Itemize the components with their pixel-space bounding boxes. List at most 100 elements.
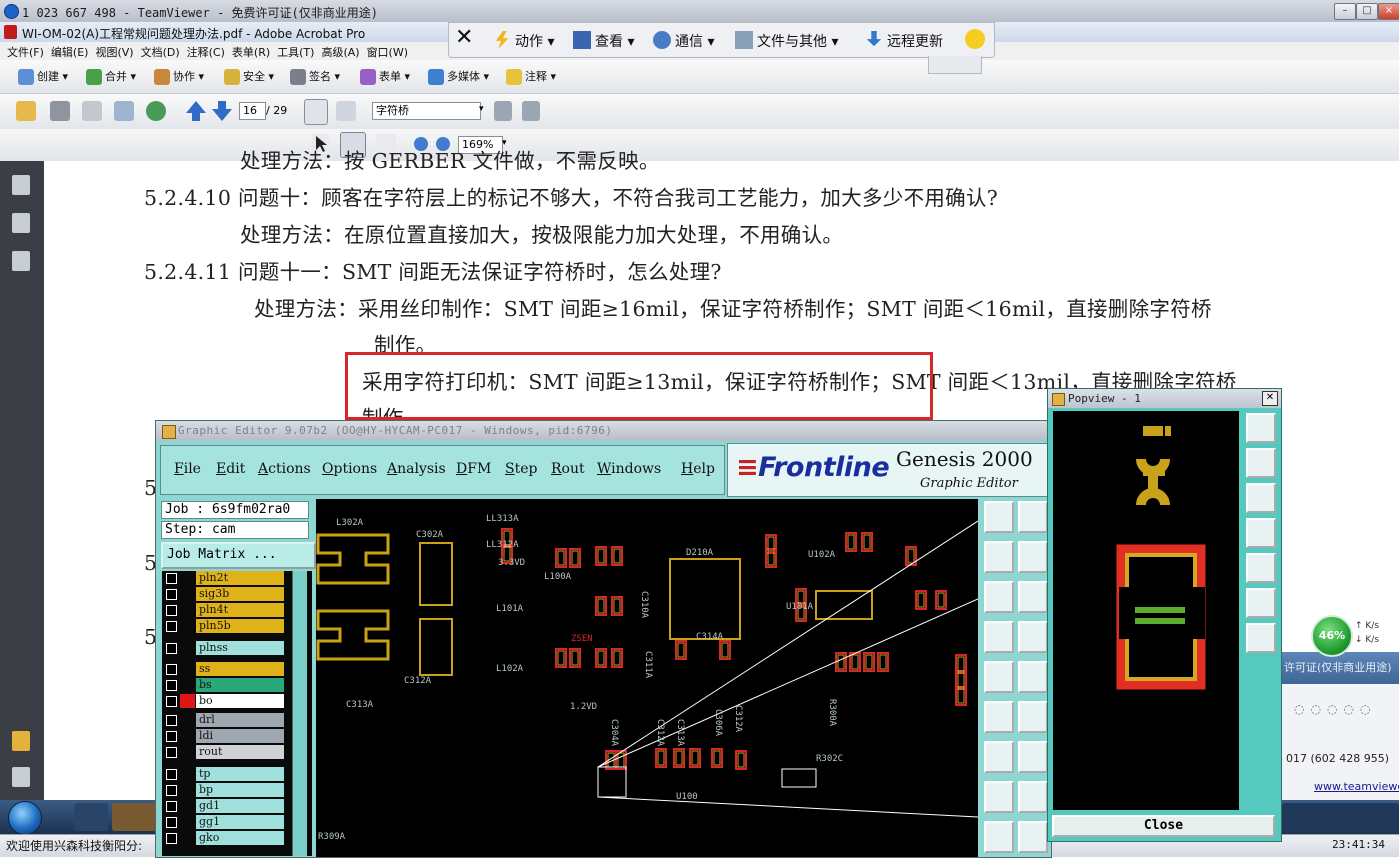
menu-window[interactable]: 窗口(W)	[367, 44, 408, 60]
layer-checkbox[interactable]	[166, 621, 177, 632]
arc-icon[interactable]	[1018, 741, 1048, 773]
layer-row[interactable]: gg1	[162, 815, 284, 829]
teamviewer-toolbar-handle[interactable]	[928, 56, 982, 74]
layer-name[interactable]: ss	[196, 662, 284, 676]
snap-icon[interactable]	[1018, 621, 1048, 653]
zoom-fit-icon[interactable]	[984, 581, 1014, 613]
layer-name[interactable]: ldi	[196, 729, 284, 743]
teamviewer-link[interactable]: www.teamviewer	[1314, 780, 1399, 793]
dash-icon[interactable]	[1018, 781, 1048, 813]
layer-row[interactable]: bo	[162, 694, 284, 708]
actions-menu[interactable]: 动作 ▾	[493, 31, 554, 51]
sign-button[interactable]: 签名 ▾	[290, 68, 340, 85]
email-icon[interactable]	[114, 101, 134, 121]
pages-icon[interactable]	[12, 175, 30, 195]
layer-name[interactable]: pln2t	[196, 571, 284, 585]
job-matrix-button[interactable]: Job Matrix ...	[161, 542, 316, 569]
connect-icon[interactable]	[984, 701, 1014, 733]
taskbar-app-icon[interactable]	[74, 803, 108, 831]
layer-row[interactable]: drl	[162, 713, 284, 727]
taskbar-app-icon[interactable]	[112, 803, 156, 831]
layer-name[interactable]: sig3b	[196, 587, 284, 601]
layer-name[interactable]: pln4t	[196, 603, 284, 617]
find-next-icon[interactable]	[522, 101, 540, 121]
full-screen-icon[interactable]	[336, 101, 356, 121]
zoom-left-icon[interactable]	[984, 541, 1014, 573]
layer-row[interactable]: pln5b	[162, 619, 284, 633]
multimedia-button[interactable]: 多媒体 ▾	[428, 68, 489, 85]
menu-step[interactable]: Step	[505, 461, 537, 477]
layer-name[interactable]: gg1	[196, 815, 284, 829]
measure-icon[interactable]	[984, 621, 1014, 653]
layer-row[interactable]: ldi	[162, 729, 284, 743]
layer-scrollbar[interactable]	[292, 571, 307, 856]
layer-row[interactable]: sig3b	[162, 587, 284, 601]
menu-options[interactable]: Options	[322, 461, 377, 477]
layer-checkbox[interactable]	[166, 605, 177, 616]
pop-zoom-out-icon[interactable]	[1246, 483, 1276, 513]
pcb-canvas[interactable]: L302A C302A LL313A LL312A 3.3VD L100A L101A D21…	[316, 499, 978, 857]
zoom-right-icon[interactable]	[1018, 541, 1048, 573]
previous-page-icon[interactable]	[186, 101, 206, 121]
layer-checkbox[interactable]	[166, 589, 177, 600]
layer-checkbox[interactable]	[166, 785, 177, 796]
globe-icon[interactable]	[146, 101, 166, 121]
select-icon[interactable]	[984, 661, 1014, 693]
search-input[interactable]: 字符桥	[372, 102, 481, 120]
pad-icon[interactable]	[984, 781, 1014, 813]
menu-view[interactable]: 视图(V)	[95, 44, 133, 60]
menu-actions[interactable]: Actions	[258, 461, 311, 477]
layer-row[interactable]: pln2t	[162, 571, 284, 585]
draw-icon[interactable]	[1018, 661, 1048, 693]
comments-icon[interactable]	[12, 731, 30, 751]
combine-button[interactable]: 合并 ▾	[86, 68, 136, 85]
pop-pan-left-icon[interactable]	[1246, 518, 1276, 548]
menu-comments[interactable]: 注释(C)	[187, 44, 225, 60]
layer-name[interactable]: pln5b	[196, 619, 284, 633]
layer-name[interactable]: plnss	[196, 641, 284, 655]
menu-document[interactable]: 文档(D)	[141, 44, 180, 60]
collaborate-button[interactable]: 协作 ▾	[154, 68, 204, 85]
menu-forms[interactable]: 表单(R)	[232, 44, 270, 60]
pop-fit-icon[interactable]	[1246, 588, 1276, 618]
line-icon[interactable]	[984, 741, 1014, 773]
layer-checkbox[interactable]	[166, 680, 177, 691]
comment-button[interactable]: 注释 ▾	[506, 68, 556, 85]
layer-row[interactable]: gko	[162, 831, 284, 845]
layer-name[interactable]: drl	[196, 713, 284, 727]
maximize-button[interactable]: □	[1356, 3, 1378, 20]
layer-row[interactable]: plnss	[162, 641, 284, 655]
layer-row[interactable]: tp	[162, 767, 284, 781]
system-tray[interactable]	[1282, 803, 1399, 831]
view-menu[interactable]: 查看 ▾	[573, 31, 634, 51]
signatures-icon[interactable]	[12, 251, 30, 271]
bookmarks-icon[interactable]	[12, 213, 30, 233]
fit-width-icon[interactable]	[304, 99, 328, 125]
pop-center-icon[interactable]	[1246, 623, 1276, 653]
zoom-out-icon[interactable]	[1018, 501, 1048, 533]
pop-zoom-home-icon[interactable]	[1246, 413, 1276, 443]
layer-row[interactable]: pln4t	[162, 603, 284, 617]
menu-tools[interactable]: 工具(T)	[277, 44, 314, 60]
menu-windows[interactable]: Windows	[597, 461, 661, 477]
page-number-input[interactable]: 16	[239, 102, 266, 120]
remote-update-button[interactable]: 远程更新	[865, 31, 943, 51]
layer-name[interactable]: tp	[196, 767, 284, 781]
close-session-icon[interactable]: ✕	[455, 27, 473, 49]
popview-close-icon[interactable]: ✕	[1262, 391, 1278, 406]
start-button[interactable]	[8, 801, 42, 835]
menu-dfm[interactable]: DFM	[456, 461, 491, 477]
secure-button[interactable]: 安全 ▾	[224, 68, 274, 85]
menu-advanced[interactable]: 高级(A)	[321, 44, 359, 60]
menu-rout[interactable]: Rout	[551, 461, 585, 477]
cross-icon[interactable]	[1018, 701, 1048, 733]
pop-zoom-in-icon[interactable]	[1246, 448, 1276, 478]
layer-checkbox[interactable]	[166, 643, 177, 654]
layer-checkbox[interactable]	[166, 696, 177, 707]
layer-name[interactable]: rout	[196, 745, 284, 759]
minimize-button[interactable]: –	[1334, 3, 1356, 20]
layer-row[interactable]: ss	[162, 662, 284, 676]
layer-checkbox[interactable]	[166, 833, 177, 844]
layer-row[interactable]: rout	[162, 745, 284, 759]
open-icon[interactable]	[16, 101, 36, 121]
